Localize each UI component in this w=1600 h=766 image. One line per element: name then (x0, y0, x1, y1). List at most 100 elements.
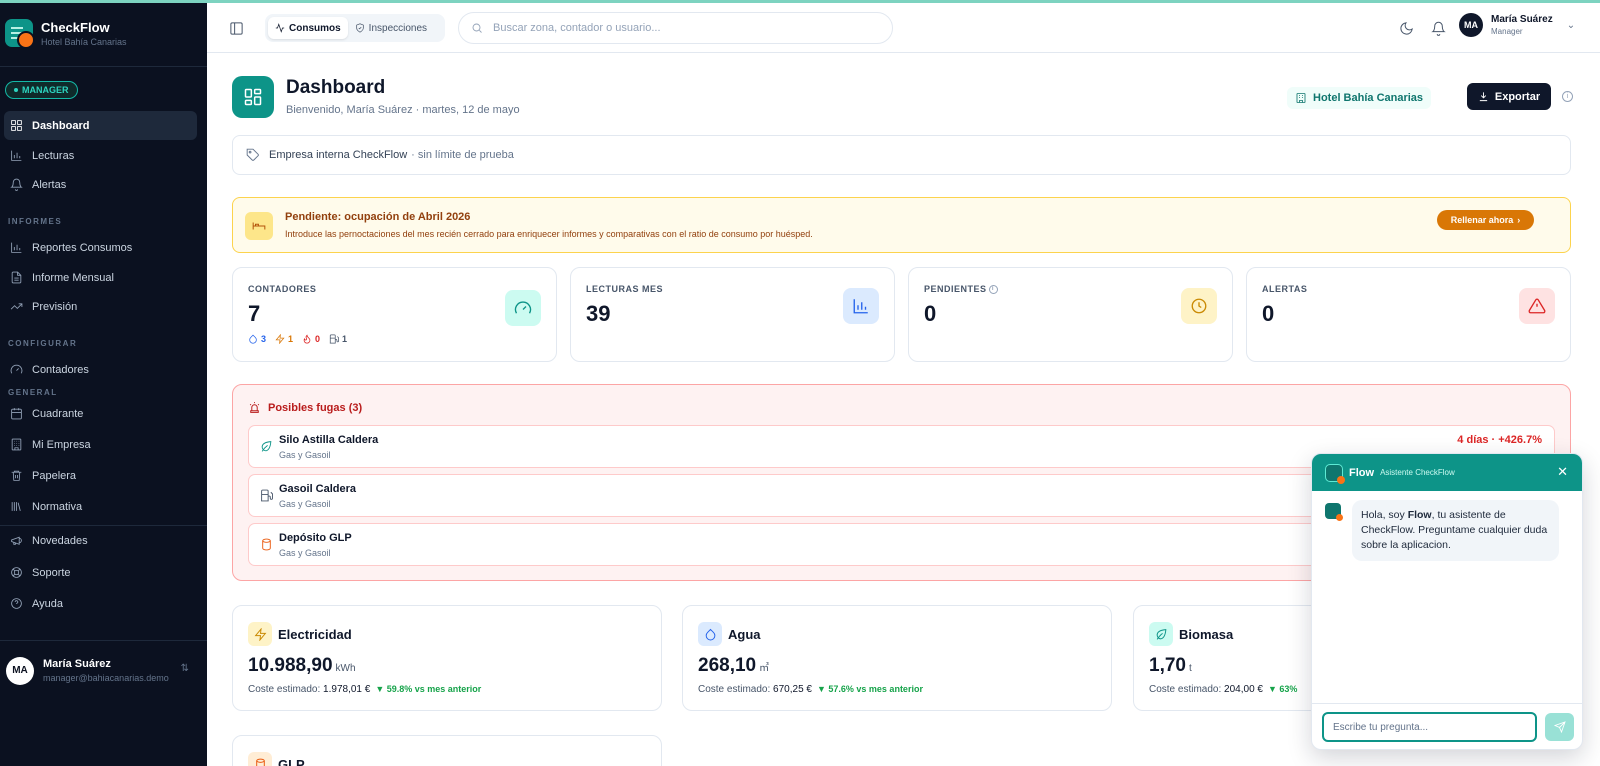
megaphone-icon (11, 536, 22, 545)
hotel-icon (1296, 93, 1306, 103)
stat-card-alertas[interactable]: ALERTAS 0 (1246, 267, 1571, 362)
send-button[interactable] (1545, 713, 1574, 741)
assistant-chat-widget: Flow Asistente CheckFlow ✕ Hola, soy Flo… (1311, 453, 1583, 750)
sidebar-item-prevision[interactable]: Previsión (4, 292, 197, 321)
brand[interactable]: CheckFlow Hotel Bahía Canarias (0, 0, 207, 67)
sidebar-item-contadores[interactable]: Contadores (4, 355, 197, 384)
brand-name: CheckFlow (41, 19, 110, 35)
clock-icon (1181, 288, 1217, 324)
bar-chart-icon (843, 288, 879, 324)
leaf-icon (260, 440, 273, 453)
sidebar-item-papelera[interactable]: Papelera (4, 461, 197, 490)
sidebar-item-informe-mensual[interactable]: Informe Mensual (4, 263, 197, 292)
cost-value: 670,25 € (773, 684, 812, 695)
info-icon[interactable]: i (1562, 91, 1573, 102)
stat-label-text: PENDIENTES (924, 284, 987, 294)
sidebar-item-label: Papelera (32, 469, 77, 482)
leak-name: Depósito GLP (279, 532, 352, 544)
cylinder-icon (248, 752, 272, 766)
stat-card-lecturas-mes[interactable]: LECTURAS MES 39 (570, 267, 895, 362)
energy-card-electricidad[interactable]: Electricidad 10.988,90 kWh Coste estimado… (232, 605, 662, 711)
chat-header: Flow Asistente CheckFlow ✕ (1312, 454, 1582, 491)
leak-trend: 4 días · +426.7% (1457, 434, 1542, 446)
fill-now-button[interactable]: Rellenar ahora › (1437, 210, 1534, 230)
life-buoy-icon (11, 567, 22, 578)
chevron-up-down-icon: ⇅ (180, 663, 189, 674)
bar-chart-icon (11, 150, 22, 161)
message-text: Hola, soy (1361, 509, 1408, 521)
sidebar-item-mi-empresa[interactable]: Mi Empresa (4, 430, 197, 459)
sidebar-item-alertas[interactable]: Alertas (4, 170, 197, 199)
droplet-icon (249, 334, 257, 344)
export-button[interactable]: Exportar (1467, 83, 1551, 110)
cost-label: Coste estimado: (248, 684, 321, 695)
avatar: MA (1459, 13, 1483, 37)
cost-value: 1.978,01 € (323, 684, 371, 695)
sidebar-item-label: Lecturas (32, 149, 75, 162)
meter-count-value: 0 (315, 334, 321, 344)
sidebar-item-lecturas[interactable]: Lecturas (4, 141, 197, 170)
chat-input[interactable] (1322, 712, 1537, 742)
delta-vs-previous: ▼ 63% (1267, 684, 1298, 694)
fuel-icon (260, 489, 273, 502)
leaks-title-text: Posibles fugas (3) (268, 401, 363, 414)
chat-footer (1312, 703, 1582, 749)
header-user-menu[interactable]: MA María Suárez Manager ⌄ (1459, 13, 1575, 37)
energy-value-number: 1,70 (1149, 655, 1186, 676)
search-input[interactable] (493, 22, 873, 34)
bell-icon[interactable] (1426, 16, 1450, 40)
flow-logo-icon (1325, 463, 1345, 484)
droplet-icon (698, 622, 722, 646)
sidebar-item-normativa[interactable]: Normativa (4, 492, 197, 521)
sidebar: CheckFlow Hotel Bahía Canarias MANAGER D… (0, 0, 207, 766)
layout-grid-icon (11, 120, 22, 131)
stat-label: PENDIENTES i (924, 284, 998, 294)
chevron-right-icon: › (1517, 215, 1521, 225)
leak-category: Gas y Gasoil (279, 548, 331, 558)
top-accent-line (0, 0, 1600, 3)
sidebar-item-label: Normativa (32, 500, 83, 513)
sidebar-toggle-icon[interactable] (224, 16, 248, 40)
sidebar-item-label: Dashboard (32, 119, 90, 132)
user-role: Manager (1491, 27, 1523, 36)
section-title-configurar: CONFIGURAR (8, 339, 78, 348)
stat-label: CONTADORES (248, 284, 317, 294)
energy-unit: ㎥ (759, 663, 770, 674)
message-bold-name: Flow (1407, 509, 1432, 521)
cylinder-icon (260, 538, 273, 551)
sidebar-item-dashboard[interactable]: Dashboard (4, 111, 197, 140)
bar-chart-icon (11, 242, 22, 253)
export-label: Exportar (1494, 90, 1541, 103)
bell-icon (10, 178, 23, 191)
meter-count-fuel: 1 (329, 334, 347, 344)
chat-message-bubble: Hola, soy Flow, tu asistente de CheckFlo… (1352, 500, 1559, 561)
stat-value: 7 (248, 301, 261, 326)
sidebar-item-novedades[interactable]: Novedades (4, 526, 197, 555)
download-icon (1479, 92, 1488, 102)
moon-icon[interactable] (1394, 16, 1418, 40)
sidebar-item-soporte[interactable]: Soporte (4, 558, 197, 587)
sidebar-item-ayuda[interactable]: Ayuda (4, 589, 197, 618)
meter-count-value: 1 (288, 334, 294, 344)
flame-icon (303, 334, 311, 344)
energy-card-agua[interactable]: Agua 268,10 ㎥ Coste estimado: 670,25 € ▼ 5… (682, 605, 1112, 711)
stat-label: LECTURAS MES (586, 284, 664, 294)
info-icon[interactable]: i (988, 284, 998, 294)
pending-occupancy-banner: Pendiente: ocupación de Abril 2026 Intro… (232, 197, 1571, 253)
leaf-icon (1149, 622, 1173, 646)
hotel-selector[interactable]: Hotel Bahía Canarias (1287, 87, 1432, 109)
stat-label: ALERTAS (1262, 284, 1308, 294)
energy-card-glp[interactable]: GLP (232, 735, 662, 766)
avatar: MA (6, 656, 34, 685)
tab-inspecciones[interactable]: Inspecciones (348, 17, 434, 39)
sidebar-item-reportes-consumos[interactable]: Reportes Consumos (4, 233, 197, 262)
stat-card-contadores[interactable]: CONTADORES 7 3 1 0 1 (232, 267, 557, 362)
sidebar-item-cuadrante[interactable]: Cuadrante (4, 399, 197, 428)
sidebar-user-menu[interactable]: MA María Suárez manager@bahiacanarias.de… (0, 640, 207, 700)
close-icon[interactable]: ✕ (1557, 465, 1568, 478)
stat-card-pendientes[interactable]: PENDIENTES i 0 (908, 267, 1233, 362)
search-box[interactable] (458, 12, 893, 44)
company-info-bar: Empresa interna CheckFlow · sin límite d… (232, 135, 1571, 175)
meter-count-value: 1 (342, 334, 348, 344)
tab-consumos[interactable]: Consumos (268, 17, 348, 39)
